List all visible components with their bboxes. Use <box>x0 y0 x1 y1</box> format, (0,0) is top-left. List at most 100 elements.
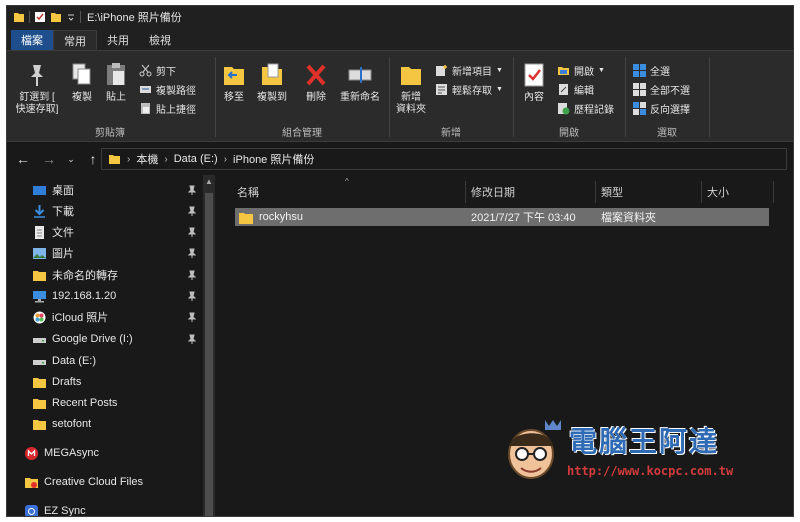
column-divider[interactable] <box>465 181 466 203</box>
cut-button[interactable]: 剪下 <box>139 63 176 78</box>
copy-button[interactable]: 複製 <box>67 61 97 104</box>
nav-item-pictures[interactable]: 圖片 <box>33 243 74 263</box>
breadcrumb-data-drive[interactable]: Data (E:) <box>174 153 218 165</box>
new-item-icon <box>436 65 447 76</box>
ribbon-tabs: 檔案 常用 共用 檢視 <box>7 28 793 50</box>
drive-icon <box>33 359 46 365</box>
nav-item-ez-sync[interactable]: EZ Sync <box>25 501 86 516</box>
address-bar[interactable]: › 本機 › Data (E:) › iPhone 照片備份 <box>101 148 787 170</box>
new-folder-quick-icon[interactable] <box>50 11 62 23</box>
delete-label: 刪除 <box>306 92 326 103</box>
pin-icon[interactable] <box>187 334 197 344</box>
nav-item-data-drive[interactable]: Data (E:) <box>33 351 96 371</box>
back-arrow-icon[interactable]: ← <box>15 151 31 167</box>
column-divider[interactable] <box>595 181 596 203</box>
pin-icon[interactable] <box>187 227 197 237</box>
pin-to-quick-access-button[interactable]: 釘選到 [ 快速存取] <box>11 61 63 116</box>
tab-file[interactable]: 檔案 <box>11 30 53 50</box>
nav-item-desktop[interactable]: 桌面 <box>33 180 74 200</box>
group-divider <box>513 57 514 137</box>
pin-icon[interactable] <box>187 206 197 216</box>
tab-view[interactable]: 檢視 <box>139 30 181 50</box>
delete-icon <box>306 64 326 86</box>
select-none-button[interactable]: 全部不選 <box>633 82 690 97</box>
column-divider[interactable] <box>773 181 774 203</box>
nav-item-google-drive[interactable]: Google Drive (I:) <box>33 329 133 349</box>
pin-icon[interactable] <box>187 291 197 301</box>
nav-item-megasync[interactable]: MEGAsync <box>25 443 99 463</box>
column-header-type[interactable]: 類型 <box>597 181 701 203</box>
move-to-button[interactable]: 移至 <box>219 61 249 104</box>
nav-label: MEGAsync <box>44 447 100 459</box>
nav-label: 192.168.1.20 <box>52 290 117 302</box>
toolbar-divider <box>29 11 30 23</box>
select-all-button[interactable]: 全選 <box>633 63 670 78</box>
copy-icon <box>72 63 91 85</box>
column-header-size[interactable]: 大小 <box>703 181 773 203</box>
nav-item-icloud-photos[interactable]: iCloud 照片 <box>33 307 108 327</box>
paste-button[interactable]: 貼上 <box>101 61 131 104</box>
copy-path-icon <box>140 86 151 93</box>
paste-shortcut-button[interactable]: 貼上捷徑 <box>139 101 196 116</box>
nav-item-drafts[interactable]: Drafts <box>33 372 81 392</box>
column-divider[interactable] <box>701 181 702 203</box>
pin-icon[interactable] <box>187 248 197 258</box>
properties-button[interactable]: 內容 <box>519 61 549 104</box>
customize-toolbar-icon[interactable] <box>66 11 76 23</box>
download-icon <box>34 204 45 218</box>
creative-cloud-icon <box>25 477 38 488</box>
clipboard-group-label: 剪貼簿 <box>95 128 125 139</box>
navigation-pane: 桌面 下載 文件 圖片 未命名的轉存 192.168.1.20 iCloud 照… <box>7 175 219 516</box>
delete-button[interactable]: 刪除 <box>301 61 331 104</box>
paste-icon <box>107 63 125 85</box>
scroll-up-icon[interactable]: ▲ <box>203 175 215 189</box>
nav-item-creative-cloud[interactable]: Creative Cloud Files <box>25 472 143 492</box>
invert-selection-button[interactable]: 反向選擇 <box>633 101 690 116</box>
edit-icon <box>559 84 568 95</box>
nav-item-setofont[interactable]: setofont <box>33 414 91 434</box>
move-to-label: 移至 <box>224 92 244 103</box>
pin-icon[interactable] <box>187 185 197 195</box>
breadcrumb-current-folder[interactable]: iPhone 照片備份 <box>233 151 314 167</box>
recent-locations-chevron-icon[interactable]: ⌄ <box>67 154 75 165</box>
rename-button[interactable]: 重新命名 <box>335 61 385 104</box>
new-item-button[interactable]: 新增項目 ▼ <box>435 63 503 78</box>
up-arrow-icon[interactable]: ↑ <box>85 151 101 167</box>
picture-icon <box>33 247 46 259</box>
copy-path-button[interactable]: 複製路徑 <box>139 82 196 97</box>
history-button[interactable]: 歷程記錄 <box>557 101 614 116</box>
invert-selection-icon <box>633 102 646 115</box>
pin-icon[interactable] <box>187 270 197 280</box>
scrollbar-thumb[interactable] <box>205 193 213 516</box>
folder-icon <box>239 212 253 224</box>
properties-icon[interactable] <box>34 11 46 23</box>
column-header-name[interactable]: 名稱 <box>233 181 465 203</box>
nav-item-documents[interactable]: 文件 <box>33 222 74 242</box>
select-group: 全選 全部不選 反向選擇 選取 <box>627 55 707 139</box>
navigation-pane-scrollbar[interactable]: ▲ <box>203 175 215 516</box>
nav-item-unnamed-dump[interactable]: 未命名的轉存 <box>33 265 118 285</box>
breadcrumb-chevron-icon: › <box>223 153 228 165</box>
edit-button[interactable]: 編輯 <box>557 82 594 97</box>
new-folder-button[interactable]: 新增 資料夾 <box>393 61 429 116</box>
folder-icon <box>33 270 46 281</box>
column-header-modified[interactable]: 修改日期 <box>467 181 595 203</box>
tab-share[interactable]: 共用 <box>97 30 139 50</box>
nav-item-network-share[interactable]: 192.168.1.20 <box>33 286 116 306</box>
breadcrumb-this-pc[interactable]: 本機 <box>136 151 158 167</box>
table-row[interactable]: rockyhsu 2021/7/27 下午 03:40 檔案資料夾 <box>235 208 769 226</box>
nav-item-recent-posts[interactable]: Recent Posts <box>33 393 117 413</box>
tab-home[interactable]: 常用 <box>53 30 97 50</box>
easy-access-button[interactable]: 輕鬆存取 ▼ <box>435 82 503 97</box>
open-button[interactable]: 開啟 ▼ <box>557 63 605 78</box>
copy-to-button[interactable]: 複製到 <box>253 61 291 104</box>
sort-ascending-icon: ^ <box>345 177 349 186</box>
drive-icon <box>33 337 46 343</box>
open-group: 內容 開啟 ▼ 編輯 歷程記錄 開啟 <box>515 55 623 139</box>
ribbon: 釘選到 [ 快速存取] 複製 貼上 剪下 複製路徑 貼上捷徑 剪貼簿 移至 複製… <box>7 50 793 142</box>
window-title: E:\iPhone 照片備份 <box>87 12 182 24</box>
nav-item-downloads[interactable]: 下載 <box>33 201 74 221</box>
new-folder-label-2: 資料夾 <box>396 104 426 115</box>
pin-icon[interactable] <box>187 312 197 322</box>
forward-arrow-icon[interactable]: → <box>41 151 57 167</box>
